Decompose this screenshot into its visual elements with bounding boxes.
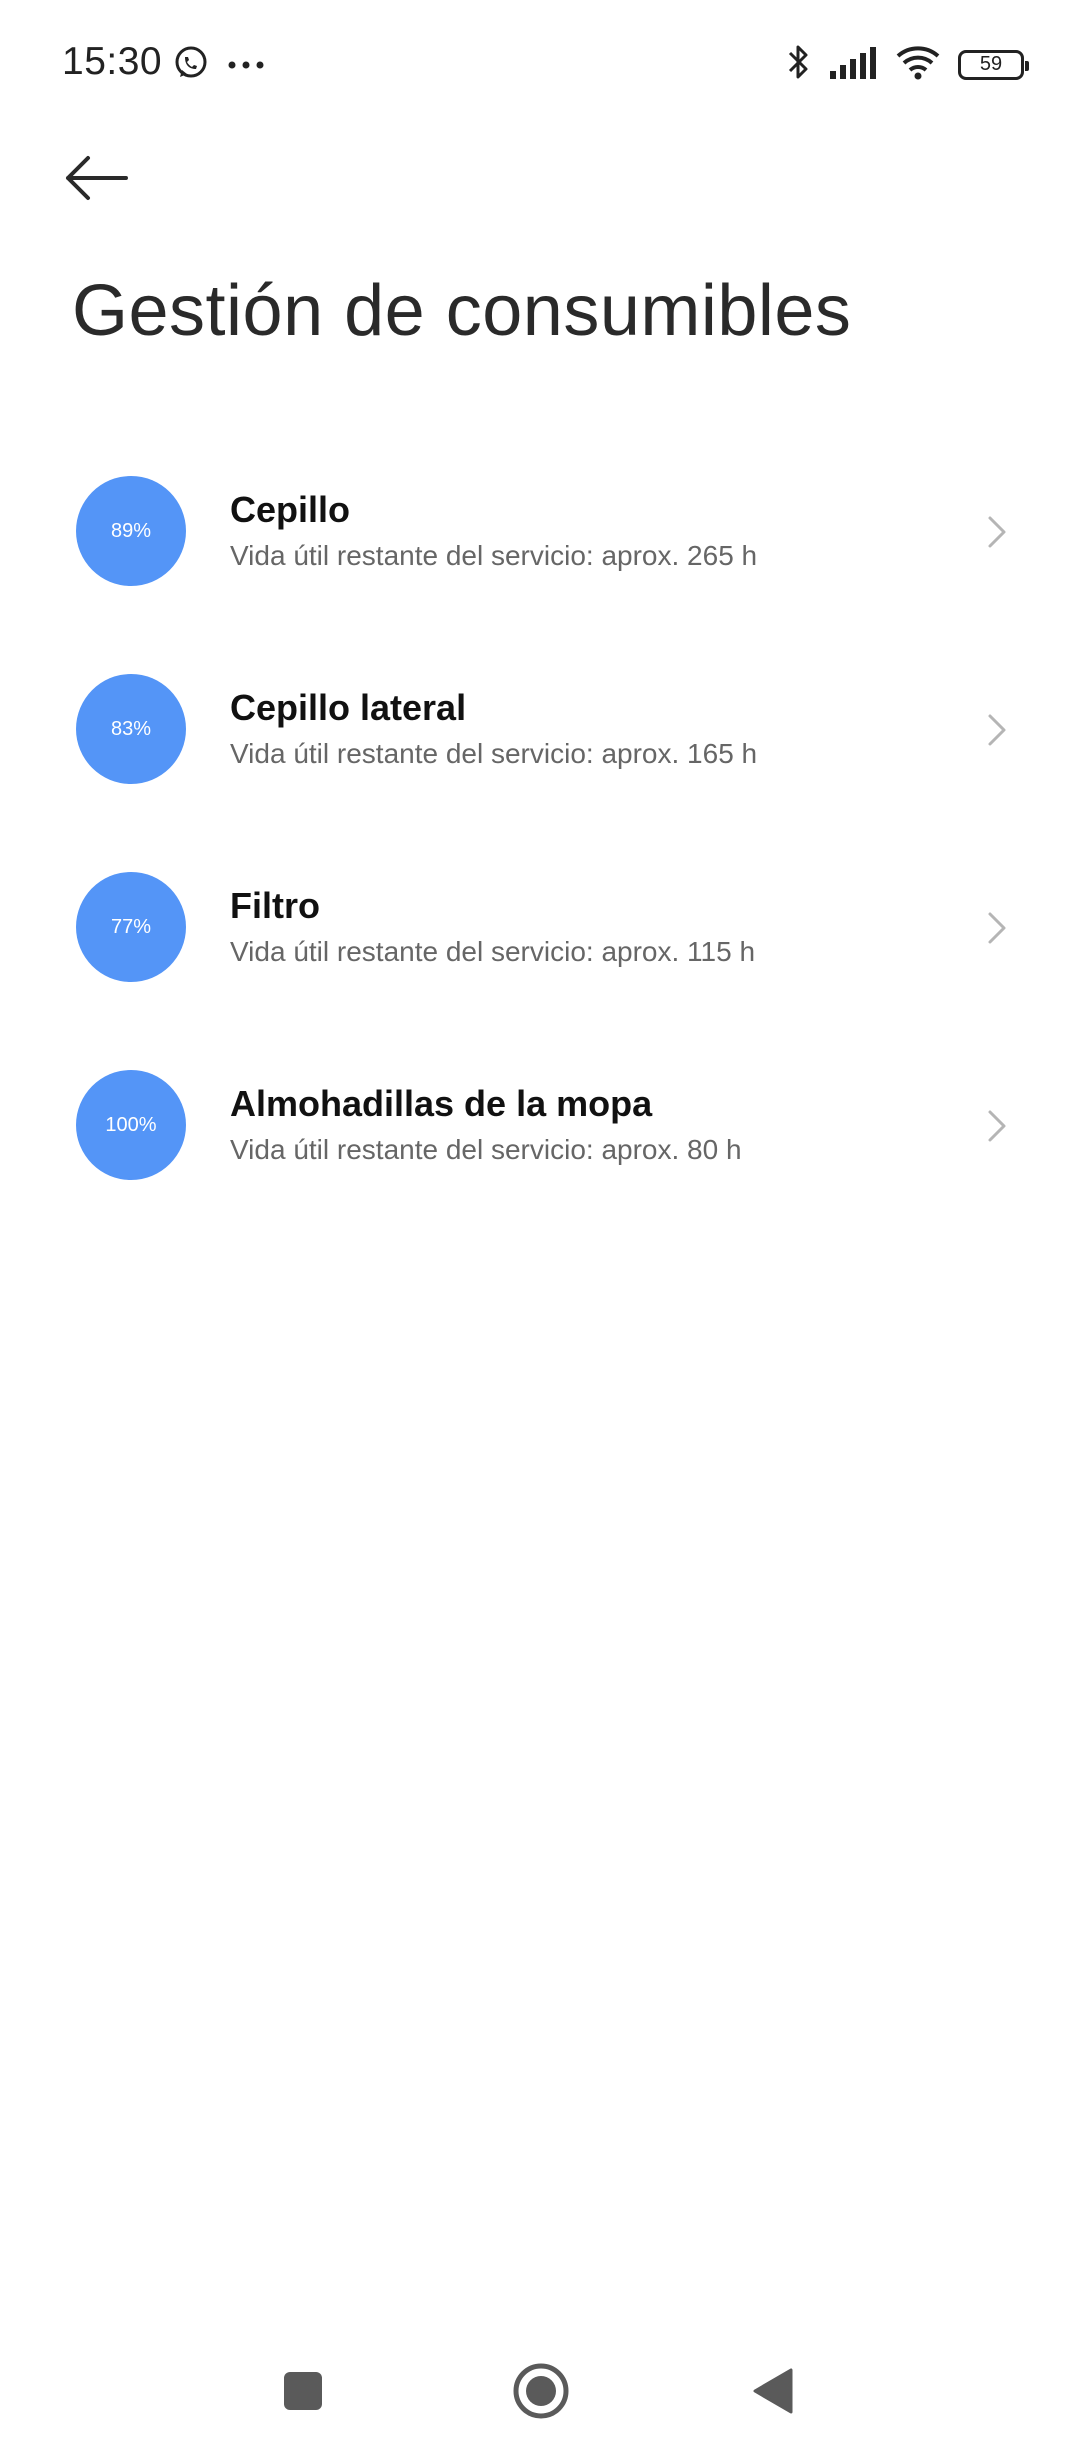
- item-name: Cepillo: [230, 489, 351, 530]
- item-text: Filtro Vida útil restante del servicio: …: [230, 884, 755, 970]
- wifi-icon: [894, 44, 942, 85]
- item-text: Cepillo Vida útil restante del servicio:…: [230, 488, 757, 574]
- battery-level: 59: [979, 53, 1003, 75]
- status-right-icons: 59: [786, 42, 1029, 87]
- percentage-badge: 77%: [76, 872, 186, 982]
- battery-icon: 59: [958, 49, 1029, 80]
- status-left-icons: [172, 44, 266, 87]
- item-detail: Vida útil restante del servicio: aprox. …: [230, 738, 758, 769]
- whatsapp-icon: [172, 44, 210, 87]
- list-item-cepillo[interactable]: 89% Cepillo Vida útil restante del servi…: [0, 454, 1080, 652]
- page-title: Gestión de consumibles: [72, 271, 852, 351]
- status-bar: 15:30 59: [0, 0, 1080, 130]
- item-name: Filtro: [230, 885, 320, 926]
- percentage-label: 77%: [110, 915, 152, 938]
- system-nav-bar: [0, 2330, 1080, 2460]
- status-time: 15:30: [62, 40, 163, 83]
- percentage-badge: 83%: [76, 674, 186, 784]
- back-arrow-icon: [62, 152, 130, 209]
- consumable-list: 89% Cepillo Vida útil restante del servi…: [0, 454, 1080, 1246]
- percentage-badge: 89%: [76, 476, 186, 586]
- screen: 15:30 59 Gestión de consumibles 89% Cepi…: [0, 0, 1080, 2460]
- list-item-almohadillas-mopa[interactable]: 100% Almohadillas de la mopa Vida útil r…: [0, 1048, 1080, 1246]
- item-name: Almohadillas de la mopa: [230, 1083, 653, 1124]
- chevron-right-icon: [986, 910, 1008, 951]
- list-item-cepillo-lateral[interactable]: 83% Cepillo lateral Vida útil restante d…: [0, 652, 1080, 850]
- chevron-right-icon: [986, 514, 1008, 555]
- back-triangle-icon: [751, 2367, 795, 2420]
- recents-button[interactable]: [268, 2358, 338, 2428]
- bluetooth-icon: [786, 42, 812, 87]
- item-text: Almohadillas de la mopa Vida útil restan…: [230, 1082, 742, 1168]
- chevron-right-icon: [986, 1108, 1008, 1149]
- item-name: Cepillo lateral: [230, 687, 467, 728]
- nav-back-button[interactable]: [738, 2358, 808, 2428]
- item-detail: Vida útil restante del servicio: aprox. …: [230, 936, 756, 967]
- item-detail: Vida útil restante del servicio: aprox. …: [230, 1134, 742, 1165]
- home-button[interactable]: [506, 2358, 576, 2428]
- back-button[interactable]: [62, 140, 162, 220]
- home-circle-icon: [512, 2362, 570, 2425]
- signal-icon: [828, 45, 878, 84]
- list-item-filtro[interactable]: 77% Filtro Vida útil restante del servic…: [0, 850, 1080, 1048]
- more-dots-icon: [226, 57, 266, 75]
- chevron-right-icon: [986, 712, 1008, 753]
- percentage-label: 100%: [105, 1113, 157, 1136]
- percentage-badge: 100%: [76, 1070, 186, 1180]
- recents-square-icon: [281, 2369, 325, 2418]
- item-detail: Vida útil restante del servicio: aprox. …: [230, 540, 758, 571]
- item-text: Cepillo lateral Vida útil restante del s…: [230, 686, 757, 772]
- percentage-label: 89%: [110, 519, 152, 542]
- percentage-label: 83%: [110, 717, 152, 740]
